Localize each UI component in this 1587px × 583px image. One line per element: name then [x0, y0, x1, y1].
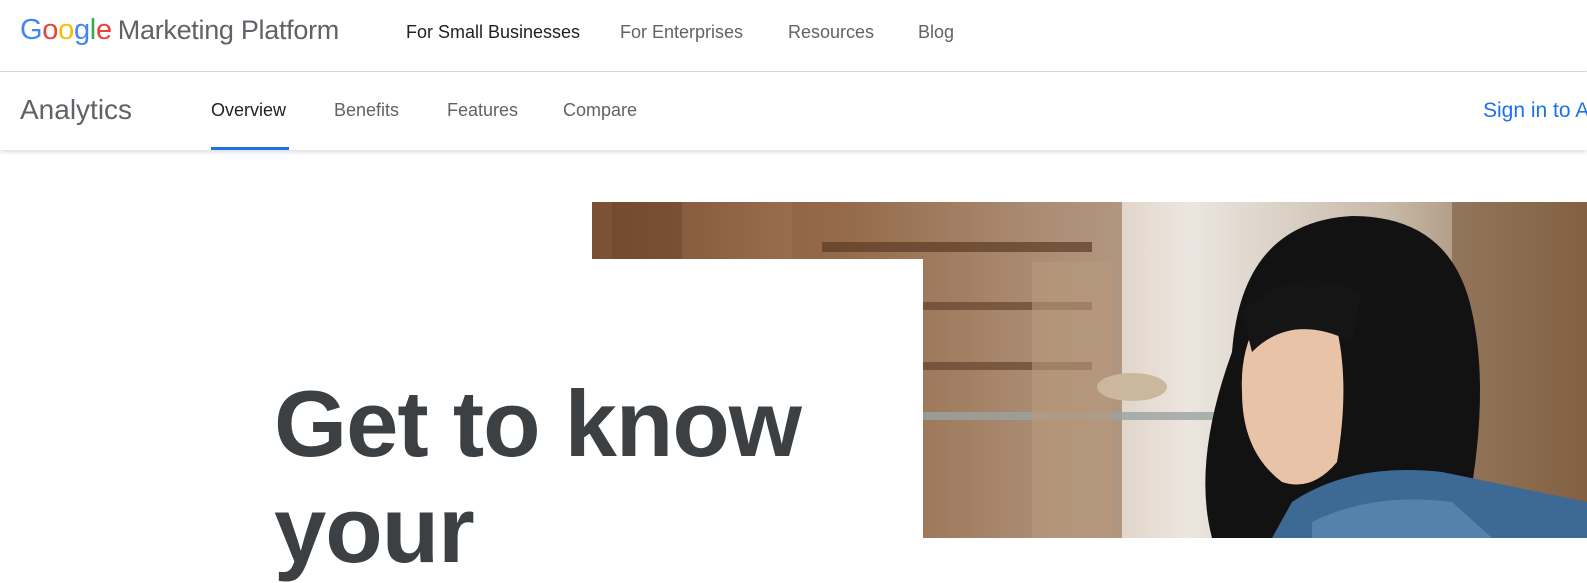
logo-letter: G [20, 14, 43, 46]
nav-link-resources[interactable]: Resources [788, 22, 874, 43]
tab-overview[interactable]: Overview [211, 100, 286, 121]
sign-in-link[interactable]: Sign in to A [1483, 99, 1587, 123]
product-subnav: Analytics Overview Benefits Features Com… [0, 72, 1587, 150]
logo-product-name: Marketing Platform [117, 15, 339, 45]
nav-link-blog[interactable]: Blog [918, 22, 954, 43]
logo-letter: o [58, 14, 74, 46]
logo-letter: g [73, 14, 90, 46]
tab-compare[interactable]: Compare [563, 100, 637, 121]
google-marketing-platform-logo[interactable]: Google Marketing Platform [20, 14, 339, 47]
hero-headline: Get to know your [274, 370, 802, 582]
tab-benefits[interactable]: Benefits [334, 100, 399, 121]
top-navigation: Google Marketing Platform For Small Busin… [0, 0, 1587, 72]
tab-features[interactable]: Features [447, 100, 518, 121]
logo-letter: e [95, 14, 112, 46]
product-title: Analytics [20, 94, 133, 125]
nav-link-enterprises[interactable]: For Enterprises [620, 22, 743, 43]
nav-link-small-businesses[interactable]: For Small Businesses [406, 22, 580, 43]
logo-letter: o [42, 14, 59, 46]
active-tab-indicator [211, 147, 289, 150]
